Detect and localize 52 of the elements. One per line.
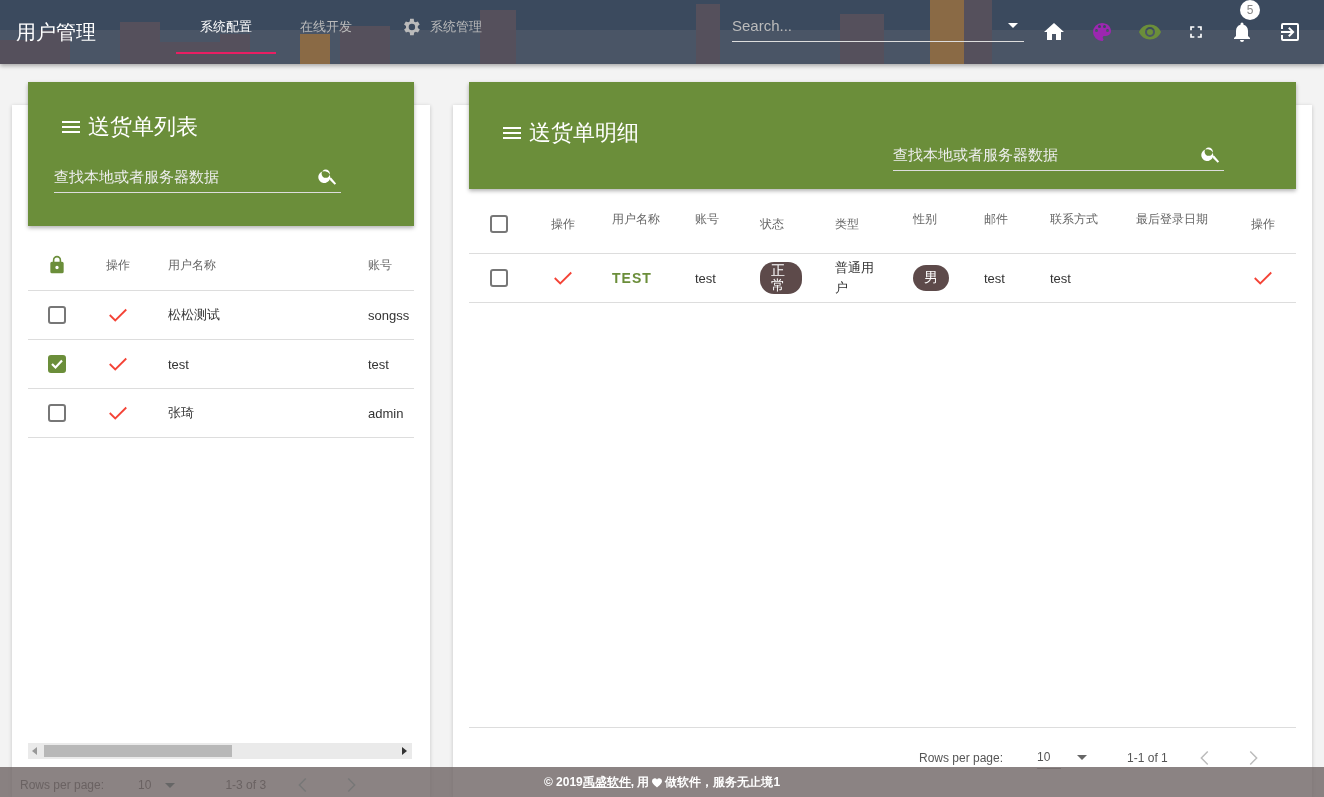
column-header: 用户名称	[168, 257, 216, 272]
card-title: 送货单明细	[529, 118, 639, 147]
heart-icon	[651, 776, 664, 788]
table-cell: 松松测试	[168, 307, 220, 322]
select-all-checkbox[interactable]	[489, 215, 508, 233]
nav-tab[interactable]: 在线开发	[276, 2, 376, 54]
nav-tab[interactable]: 系统配置	[176, 2, 276, 54]
column-header: 状态	[760, 216, 784, 231]
scrollbar[interactable]	[28, 743, 412, 759]
table-cell: test	[368, 356, 389, 372]
table-cell: test	[984, 270, 1005, 286]
column-header: 邮件	[984, 212, 1008, 226]
exit-icon[interactable]	[1278, 20, 1302, 44]
column-header: 性别	[913, 212, 937, 226]
table-cell: test	[1050, 270, 1071, 286]
column-header: 最后登录日期	[1136, 212, 1208, 226]
row-checkbox[interactable]	[48, 355, 66, 373]
caret-icon[interactable]	[1077, 755, 1088, 760]
column-header: 类型	[835, 216, 859, 231]
column-header: 联系方式	[1050, 212, 1098, 226]
column-header: 用户名称	[612, 212, 660, 226]
page-range: 1-1 of 1	[1127, 750, 1168, 765]
column-header: 账号	[695, 212, 719, 226]
column-header: 操作	[550, 215, 575, 233]
nav-tab[interactable]: 系统管理	[376, 2, 506, 54]
search-field[interactable]: 查找本地或者服务器数据	[893, 142, 1200, 166]
row-checkbox[interactable]	[48, 404, 66, 422]
row-checkbox[interactable]	[48, 306, 66, 324]
table-cell: songss	[368, 307, 410, 323]
column-header: 账号	[368, 257, 392, 272]
lock-icon[interactable]	[47, 254, 67, 276]
search-field[interactable]: 查找本地或者服务器数据	[54, 164, 317, 188]
caret-icon[interactable]	[1008, 23, 1018, 28]
status-chip: 正常	[760, 262, 802, 294]
gender-chip: 男	[913, 265, 949, 291]
app-title: 用户管理	[16, 19, 97, 45]
company-link[interactable]: 禹盛软件	[582, 773, 631, 791]
menu-icon	[503, 126, 521, 139]
rows-per-page-label: Rows per page:	[919, 750, 1004, 765]
table-cell: test	[695, 270, 716, 286]
search-field[interactable]: Search...	[732, 13, 1008, 38]
card-title: 送货单列表	[88, 113, 198, 141]
row-checkbox[interactable]	[489, 269, 508, 287]
table-cell: admin	[368, 405, 404, 421]
menu-icon	[62, 121, 80, 133]
footer-text: © 2019禹盛软件, 用 做软件，服务无止境1	[543, 773, 781, 791]
table-cell: TEST	[612, 270, 652, 286]
column-header: 操作	[106, 256, 130, 274]
table-cell: test	[168, 356, 189, 372]
table-cell: 张琦	[168, 405, 194, 420]
table-cell-text: 普通用户	[835, 259, 875, 297]
column-header: 操作	[1251, 215, 1275, 233]
